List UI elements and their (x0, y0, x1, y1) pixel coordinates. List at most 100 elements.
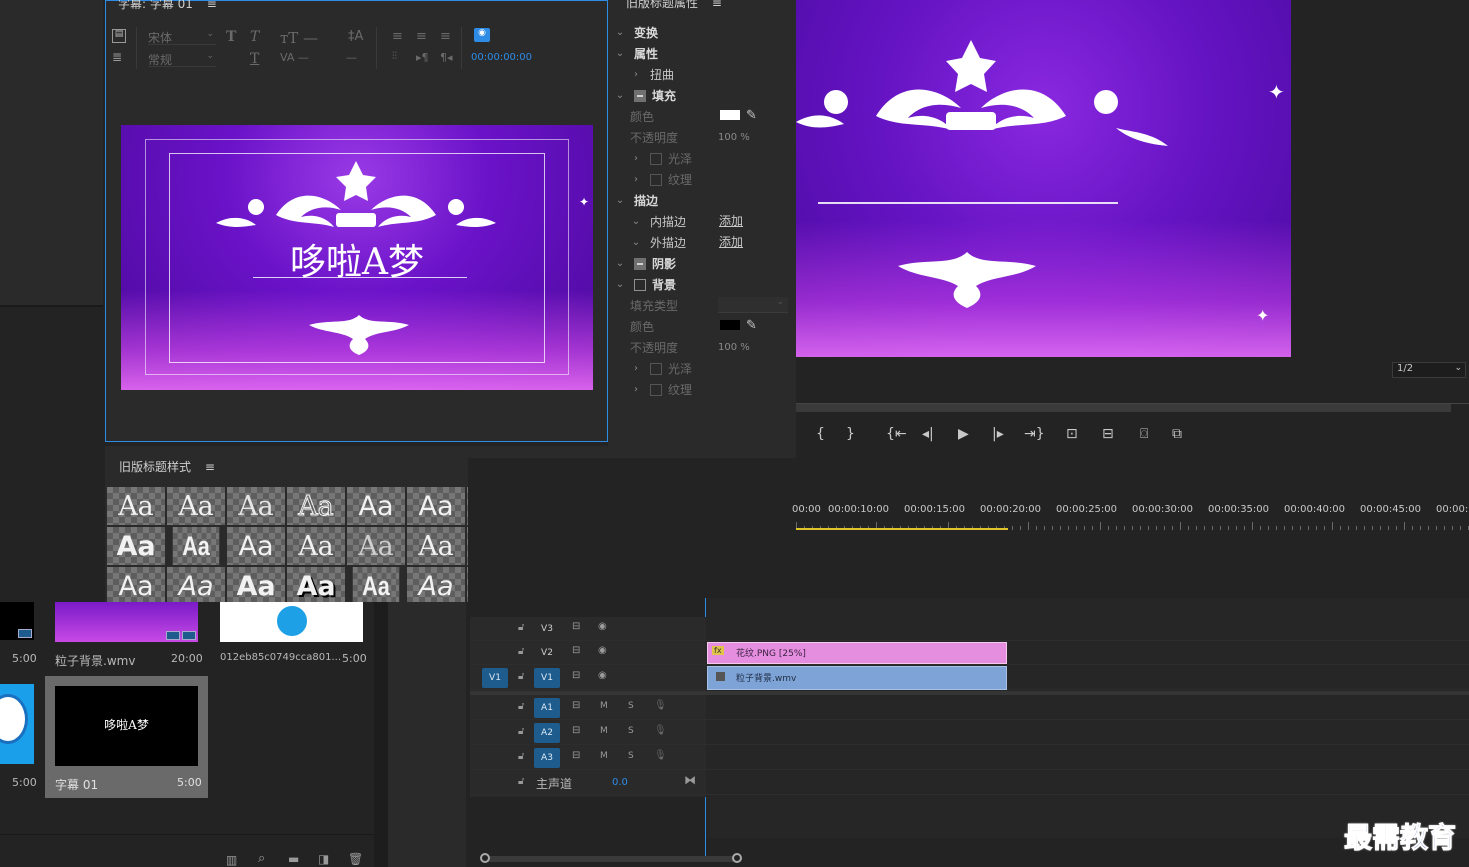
prop-transform[interactable]: ⌄ 变换 (612, 22, 802, 43)
inner-stroke-add-link[interactable]: 添加 (719, 212, 743, 229)
new-bin-icon[interactable]: ▬ (288, 852, 299, 866)
mark-out-icon[interactable]: } (846, 426, 855, 442)
media-thumb-partial-2[interactable] (0, 684, 34, 764)
style-swatch[interactable]: Aa (407, 487, 465, 525)
mic-icon[interactable]: 🎙︎ (654, 700, 667, 711)
font-size-icon[interactable]: ᴛT — (280, 29, 318, 47)
style-swatch[interactable]: Aa (227, 527, 285, 565)
bg-opacity-value[interactable]: 100 % (718, 342, 750, 353)
program-video-frame[interactable]: ✦ ✦ (796, 0, 1291, 357)
clip-v1[interactable]: 粒子背景.wmv (707, 666, 1007, 690)
fill-checkbox[interactable] (634, 89, 646, 102)
tab-stop-icon[interactable]: ⫶⫶ (392, 51, 397, 62)
step-forward-icon[interactable]: |▸ (992, 426, 1004, 442)
lock-icon[interactable]: 🔓︎ (518, 776, 524, 787)
lock-icon[interactable]: 🔓︎ (518, 701, 524, 712)
eyedropper-icon[interactable]: ✎ (746, 318, 757, 333)
work-area-bar[interactable] (796, 528, 1008, 530)
style-swatch[interactable]: Aa (107, 487, 165, 525)
mic-icon[interactable]: 🎙︎ (654, 750, 667, 761)
trash-icon[interactable]: 🗑︎ (348, 852, 363, 866)
style-swatch[interactable]: Aa (107, 527, 165, 565)
style-swatch[interactable]: Aa (287, 567, 345, 602)
font-style-select[interactable]: 常规 ⌄ (148, 51, 216, 67)
style-swatch[interactable]: Aa (287, 487, 345, 525)
lock-icon[interactable]: 🔓︎ (518, 751, 524, 762)
align-center-icon[interactable]: ≡ (416, 29, 427, 44)
prop-fill[interactable]: ⌄ 填充 (612, 85, 802, 106)
compare-view-icon[interactable]: ⧉ (1172, 426, 1182, 442)
roll-crawl-icon[interactable]: ▤ (112, 29, 126, 43)
prop-shadow[interactable]: ⌄ 阴影 (612, 253, 802, 274)
tab-stops-icon[interactable]: ≣ (112, 51, 122, 63)
track-a1-label[interactable]: A1 (534, 698, 560, 718)
media-thumb-doraemon[interactable] (220, 602, 363, 642)
leading-icon[interactable]: ‡A (348, 29, 363, 44)
style-swatch[interactable]: Aa (352, 567, 400, 602)
style-swatch[interactable]: Aa (107, 567, 165, 602)
track-a3-label[interactable]: A3 (534, 748, 560, 768)
fill-type-select[interactable]: ⌄ (718, 297, 788, 313)
track-v2-label[interactable]: V2 (534, 643, 560, 663)
sync-lock-icon[interactable]: ⊟ (572, 645, 580, 656)
bg-texture-checkbox[interactable] (650, 383, 662, 396)
eye-icon[interactable]: ◉ (598, 645, 607, 656)
underline-icon[interactable]: T (250, 51, 259, 67)
style-swatch[interactable]: Aa (287, 527, 345, 565)
clip-v2[interactable]: fx 花纹.PNG [25%] (707, 642, 1007, 664)
lock-icon[interactable]: 🔓︎ (518, 622, 524, 633)
panel-menu-icon[interactable]: ≡ (712, 0, 722, 10)
style-swatch[interactable]: Aa (172, 527, 220, 565)
kerning-icon[interactable]: VA — (280, 51, 309, 64)
timecode[interactable]: 00:00:00:00 (471, 52, 532, 63)
shadow-checkbox[interactable] (634, 257, 646, 270)
master-volume-value[interactable]: 0.0 (612, 777, 628, 788)
style-swatch[interactable]: Aa (407, 527, 465, 565)
zoom-handle-left[interactable] (480, 853, 490, 863)
go-to-in-icon[interactable]: {⇤ (886, 426, 907, 442)
style-swatch[interactable]: Aa (227, 567, 285, 602)
texture-checkbox[interactable] (650, 173, 662, 186)
lock-icon[interactable]: 🔓︎ (518, 671, 524, 682)
prop-texture[interactable]: › 纹理 (628, 169, 818, 190)
style-swatch[interactable]: Aa (347, 527, 405, 565)
mic-icon[interactable]: 🎙︎ (654, 725, 667, 736)
background-checkbox[interactable] (634, 278, 646, 291)
zoom-handle-right[interactable] (732, 853, 742, 863)
eyedropper-icon[interactable]: ✎ (746, 108, 757, 123)
prop-background[interactable]: ⌄ 背景 (612, 274, 802, 295)
properties-panel-tab[interactable]: 旧版标题属性 ≡ (626, 0, 722, 11)
style-swatch[interactable]: Aa (167, 567, 225, 602)
monitor-time-ruler[interactable] (796, 392, 1469, 404)
style-swatch[interactable]: Aa (167, 487, 225, 525)
bg-color-swatch[interactable] (720, 320, 740, 330)
align-right-icon[interactable]: ≡ (440, 29, 451, 44)
freeform-view-icon[interactable]: ▥ (226, 853, 237, 867)
paragraph-right-icon[interactable]: ¶◂ (440, 51, 453, 64)
mark-in-icon[interactable]: { (816, 426, 825, 442)
find-icon[interactable]: ⌕ (258, 851, 265, 866)
font-family-select[interactable]: 宋体 ⌄ (148, 29, 216, 45)
timeline-zoom-bar[interactable] (480, 853, 742, 863)
align-left-icon[interactable]: ≡ (392, 29, 403, 44)
panel-menu-icon[interactable]: ≡ (207, 0, 217, 11)
style-swatch[interactable]: Aa (347, 487, 405, 525)
track-a2-label[interactable]: A2 (534, 723, 560, 743)
bold-icon[interactable]: T (226, 29, 236, 45)
prop-distort[interactable]: › 扭曲 (628, 64, 818, 85)
style-swatch[interactable]: Aa (227, 487, 285, 525)
mute-button[interactable]: M (600, 726, 608, 736)
paragraph-left-icon[interactable]: ▸¶ (416, 51, 429, 64)
media-thumb-title[interactable]: 哆啦A梦 (55, 686, 198, 766)
track-v3-label[interactable]: V3 (534, 619, 560, 639)
lock-icon[interactable]: 🔓︎ (518, 726, 524, 737)
outer-stroke-add-link[interactable]: 添加 (719, 233, 743, 250)
play-icon[interactable]: ▶ (958, 426, 969, 442)
sync-lock-icon[interactable]: ⊟ (572, 621, 580, 632)
style-swatch[interactable]: Aa (407, 567, 465, 602)
lock-icon[interactable]: 🔓︎ (518, 646, 524, 657)
prop-bg-texture[interactable]: › 纹理 (628, 379, 818, 400)
bg-sheen-checkbox[interactable] (650, 362, 662, 375)
monitor-playhead-bar[interactable] (796, 404, 1451, 412)
eye-icon[interactable]: ◉ (598, 621, 607, 632)
